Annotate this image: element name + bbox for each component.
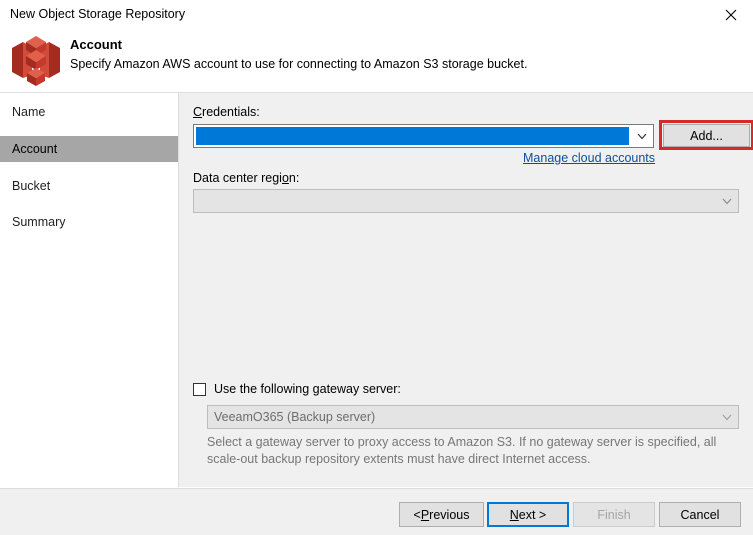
add-credentials-button[interactable]: Add... <box>663 124 750 147</box>
next-button[interactable]: Next > <box>487 502 569 527</box>
gateway-server-checkbox[interactable] <box>193 382 206 396</box>
gateway-server-checkbox-row[interactable]: Use the following gateway server: <box>193 380 401 398</box>
previous-button-post: revious <box>429 507 470 522</box>
finish-button: Finish <box>573 502 655 527</box>
sidebar-item-label: Account <box>12 142 58 156</box>
window-title: New Object Storage Repository <box>10 7 186 21</box>
sidebar-item-label: Bucket <box>12 179 51 193</box>
region-dropdown-arrow[interactable] <box>716 190 738 212</box>
credentials-value <box>200 125 629 147</box>
chevron-down-icon <box>637 133 647 139</box>
credentials-combobox[interactable] <box>193 124 654 148</box>
gateway-server-combobox[interactable]: VeeamO365 (Backup server) <box>207 405 739 429</box>
region-value <box>200 190 714 212</box>
next-button-post: ext > <box>518 507 547 522</box>
sidebar-item-bucket[interactable]: Bucket <box>0 173 178 199</box>
next-button-accel: N <box>509 507 519 522</box>
aws-s3-bucket-icon <box>10 34 62 90</box>
cancel-button-label: Cancel <box>680 507 720 522</box>
data-center-region-combobox[interactable] <box>193 189 739 213</box>
previous-button-accel: P <box>420 507 430 522</box>
close-button[interactable] <box>708 0 753 29</box>
wizard-content-panel: Credentials: Add... Manage cloud account… <box>179 93 753 487</box>
sidebar-item-label: Summary <box>12 215 66 229</box>
gateway-server-value: VeeamO365 (Backup server) <box>214 410 376 424</box>
gateway-dropdown-arrow[interactable] <box>716 406 738 428</box>
previous-button[interactable]: < Previous <box>399 502 484 527</box>
page-title: Account <box>70 37 122 52</box>
region-label-post: n: <box>288 171 300 185</box>
region-label-accel: o <box>281 171 289 185</box>
chevron-down-icon <box>722 198 732 204</box>
credentials-label: Credentials: <box>193 105 260 119</box>
close-icon <box>725 9 736 20</box>
sidebar-item-account[interactable]: Account <box>0 136 178 162</box>
manage-cloud-accounts-link[interactable]: Manage cloud accounts <box>523 151 655 165</box>
credentials-label-rest: redentials: <box>202 105 260 119</box>
sidebar-item-label: Name <box>12 105 46 119</box>
credentials-label-accel: C <box>193 105 203 119</box>
cancel-button[interactable]: Cancel <box>659 502 741 527</box>
sidebar-item-name[interactable]: Name <box>0 99 178 125</box>
add-button-label: Add... <box>690 128 723 143</box>
finish-button-label: Finish <box>597 507 631 522</box>
region-label: Data center region: <box>193 171 299 185</box>
gateway-server-hint-text: Select a gateway server to proxy access … <box>207 435 717 466</box>
wizard-footer: < Previous Next > Finish Cancel <box>0 488 753 535</box>
wizard-header: Account Specify Amazon AWS account to us… <box>0 30 753 93</box>
sidebar-item-summary[interactable]: Summary <box>0 209 178 235</box>
previous-button-pre: < <box>413 507 421 522</box>
wizard-step-sidebar: Name Account Bucket Summary <box>0 93 179 487</box>
window-title-bar: New Object Storage Repository <box>0 0 753 30</box>
chevron-down-icon <box>722 414 732 420</box>
region-label-pre: Data center regi <box>193 171 282 185</box>
page-subtitle: Specify Amazon AWS account to use for co… <box>70 57 528 71</box>
credentials-dropdown-arrow[interactable] <box>631 125 653 147</box>
gateway-server-checkbox-label: Use the following gateway server: <box>214 382 401 396</box>
